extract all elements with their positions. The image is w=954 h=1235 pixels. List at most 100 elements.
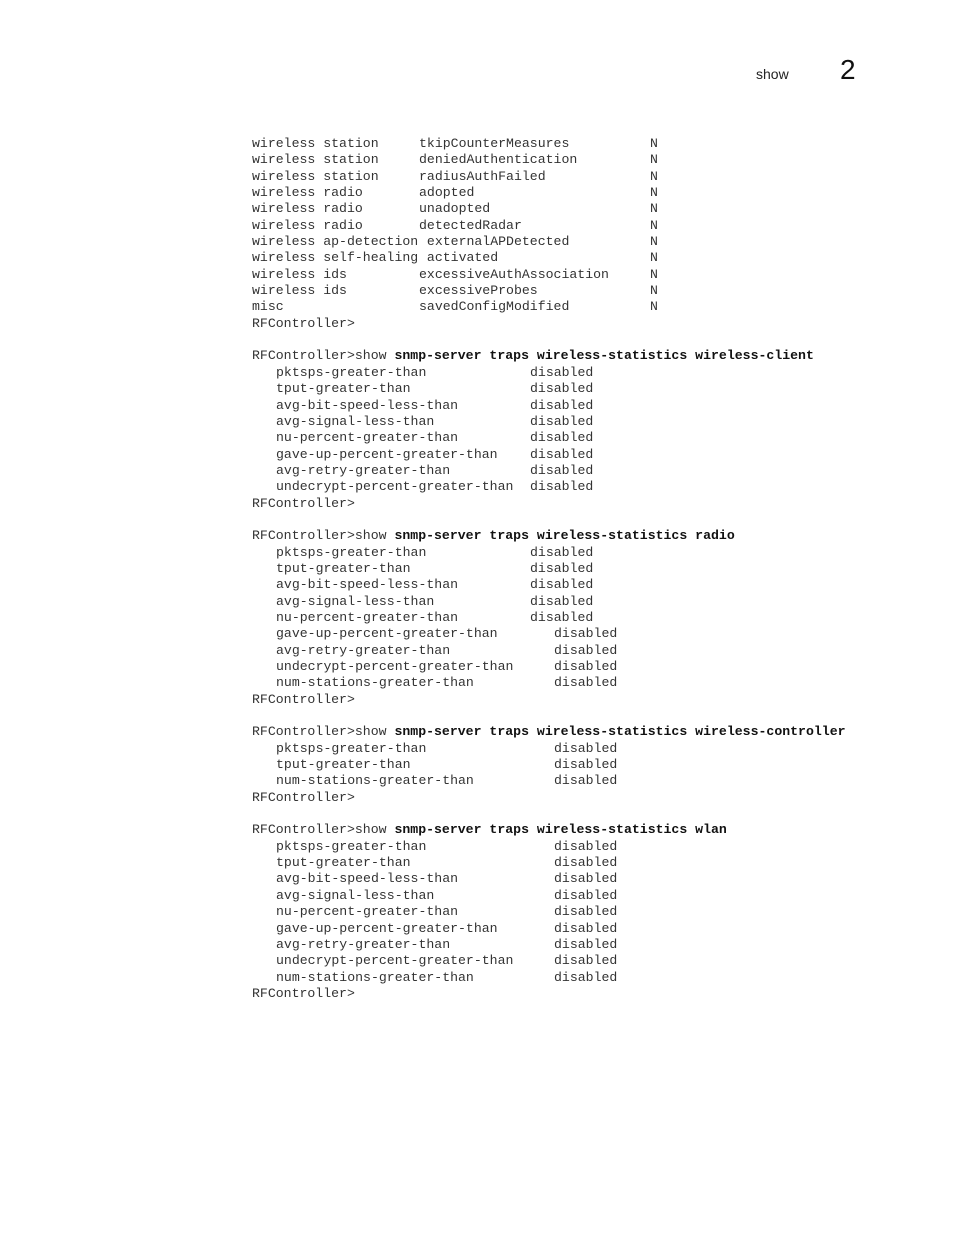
stat-row: nu-percent-greater-than disabled <box>252 430 846 446</box>
stat-key: pktsps-greater-than <box>276 364 427 380</box>
prompt-line: RFController> <box>252 789 355 805</box>
command-line: RFController>show snmp-server traps wire… <box>252 724 846 740</box>
trap-name: excessiveProbes <box>419 283 538 299</box>
stat-value: disabled <box>554 920 618 936</box>
stat-value: disabled <box>530 479 594 495</box>
stat-row: avg-signal-less-than disabled <box>252 594 846 610</box>
trap-type: wireless radio <box>252 201 363 217</box>
stat-row: avg-bit-speed-less-than disabled <box>252 871 846 887</box>
stat-key: undecrypt-percent-greater-than <box>276 659 514 674</box>
trap-row: wireless radio unadopted N <box>252 201 846 217</box>
stat-value: disabled <box>530 560 594 576</box>
trap-type: wireless ap-detection <box>252 234 419 250</box>
stat-value: disabled <box>530 397 594 413</box>
trap-name: activated <box>419 250 499 266</box>
stat-key: avg-signal-less-than <box>276 413 435 429</box>
stat-key: nu-percent-greater-than <box>276 609 459 625</box>
trap-row: wireless station deniedAuthentication N <box>252 152 846 168</box>
stat-key: num-stations-greater-than <box>276 773 474 789</box>
trap-row: wireless ids excessiveProbes N <box>252 283 846 299</box>
stat-value: disabled <box>530 462 594 478</box>
cli-output: wireless station tkipCounterMeasures Nwire… <box>252 136 846 1002</box>
trap-type: wireless radio <box>252 217 363 233</box>
stat-row: avg-bit-speed-less-than disabled <box>252 398 846 414</box>
stat-key: undecrypt-percent-greater-than <box>276 479 514 495</box>
stat-row: gave-up-percent-greater-than disabled <box>252 447 846 463</box>
stat-value: disabled <box>554 642 618 658</box>
trap-row: wireless station radiusAuthFailed N <box>252 169 846 185</box>
stat-key: pktsps-greater-than <box>276 740 427 756</box>
trap-name: detectedRadar <box>419 217 522 233</box>
command-line: RFController>show snmp-server traps wire… <box>252 822 846 838</box>
trap-type: wireless self-healing <box>252 250 419 266</box>
stat-key: tput-greater-than <box>276 560 411 576</box>
stat-key: num-stations-greater-than <box>276 675 474 691</box>
stat-value: disabled <box>554 871 618 887</box>
command-blocks: RFController>show snmp-server traps wire… <box>252 332 846 1002</box>
stat-value: disabled <box>554 953 618 969</box>
command-block: RFController>show snmp-server traps wire… <box>252 806 846 1002</box>
prompt-line: RFController> <box>252 691 355 707</box>
stat-key: tput-greater-than <box>276 381 411 397</box>
prompt-line: RFController> <box>252 315 355 331</box>
prompt-line: RFController> <box>252 495 355 511</box>
stat-row: avg-retry-greater-than disabled <box>252 463 846 479</box>
trap-enabled: N <box>650 234 658 250</box>
command-prompt: RFController>show <box>252 528 395 544</box>
trap-row: wireless ap-detection externalAPDetected… <box>252 234 846 250</box>
trap-name: savedConfigModified <box>419 299 570 315</box>
stat-row: avg-bit-speed-less-than disabled <box>252 577 846 593</box>
stat-value: disabled <box>554 675 618 691</box>
stat-key: avg-bit-speed-less-than <box>276 577 459 593</box>
trap-name: tkipCounterMeasures <box>419 136 570 151</box>
stat-row: nu-percent-greater-than disabled <box>252 610 846 626</box>
trap-enabled: N <box>650 217 658 233</box>
stat-key: avg-bit-speed-less-than <box>276 871 459 887</box>
stat-value: disabled <box>530 381 594 397</box>
trap-type: wireless station <box>252 152 379 168</box>
trap-enabled: N <box>650 168 658 184</box>
command-prompt: RFController>show <box>252 724 395 740</box>
stat-value: disabled <box>554 773 618 789</box>
trap-enabled: N <box>650 283 658 299</box>
command-block: RFController>show snmp-server traps wire… <box>252 708 846 806</box>
trap-enabled: N <box>650 201 658 217</box>
stat-value: disabled <box>554 969 618 985</box>
trap-name: excessiveAuthAssociation <box>419 266 609 282</box>
stat-key: avg-retry-greater-than <box>276 462 451 478</box>
stat-value: disabled <box>554 659 618 674</box>
trap-enabled: N <box>650 250 658 266</box>
stat-value: disabled <box>554 904 618 920</box>
trap-name: radiusAuthFailed <box>419 168 546 184</box>
trap-name: unadopted <box>419 201 491 217</box>
command-text: snmp-server traps wireless-statistics wi… <box>394 724 846 740</box>
stat-key: avg-retry-greater-than <box>276 936 451 952</box>
stat-row: avg-signal-less-than disabled <box>252 414 846 430</box>
stat-row: avg-retry-greater-than disabled <box>252 937 846 953</box>
trap-row: wireless self-healing activated N <box>252 250 846 266</box>
stat-row: pktsps-greater-than disabled <box>252 545 846 561</box>
stat-row: pktsps-greater-than disabled <box>252 365 846 381</box>
trap-enabled: N <box>650 185 658 201</box>
trap-name: deniedAuthentication <box>419 152 578 168</box>
trap-row: wireless radio adopted N <box>252 185 846 201</box>
command-text: snmp-server traps wireless-statistics wl… <box>394 822 727 838</box>
stat-key: avg-bit-speed-less-than <box>276 397 459 413</box>
stat-key: nu-percent-greater-than <box>276 904 459 920</box>
stat-value: disabled <box>530 430 594 446</box>
command-line: RFController>show snmp-server traps wire… <box>252 348 846 364</box>
prompt-line: RFController> <box>252 985 355 1001</box>
stat-key: gave-up-percent-greater-than <box>276 626 498 642</box>
stat-row: num-stations-greater-than disabled <box>252 675 846 691</box>
trap-row: wireless ids excessiveAuthAssociation N <box>252 267 846 283</box>
trap-name: adopted <box>419 185 475 201</box>
stat-value: disabled <box>554 626 618 642</box>
stat-value: disabled <box>554 887 618 903</box>
trap-type: wireless ids <box>252 266 347 282</box>
stat-row: tput-greater-than disabled <box>252 381 846 397</box>
stat-row: pktsps-greater-than disabled <box>252 741 846 757</box>
command-text: snmp-server traps wireless-statistics wi… <box>394 348 814 364</box>
stat-key: pktsps-greater-than <box>276 544 427 560</box>
stat-key: gave-up-percent-greater-than <box>276 446 498 462</box>
stat-value: disabled <box>530 364 594 380</box>
